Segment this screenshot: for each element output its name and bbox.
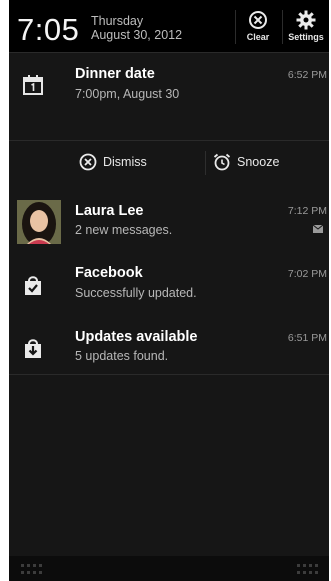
close-circle-icon xyxy=(249,11,267,29)
date-label: August 30, 2012 xyxy=(91,28,183,42)
notification-time: 6:52 PM xyxy=(287,69,327,81)
notification-title: Facebook xyxy=(75,265,143,281)
header-divider xyxy=(282,10,283,44)
shopping-bag-download-icon xyxy=(25,339,41,358)
message-icon xyxy=(313,225,323,233)
notification-time: 7:12 PM xyxy=(287,205,327,217)
drag-handle-bar[interactable] xyxy=(9,556,329,581)
avatar xyxy=(17,200,61,244)
date-block: Thursday August 30, 2012 xyxy=(91,14,182,42)
close-circle-icon xyxy=(79,153,97,171)
notification-subtitle: 5 updates found. xyxy=(75,349,169,363)
status-header: 7:05 Thursday August 30, 2012 Clear Sett… xyxy=(9,0,329,53)
notification-subtitle: 7:00pm, August 30 xyxy=(75,87,180,101)
snooze-label: Snooze xyxy=(237,155,280,169)
shopping-bag-check-icon xyxy=(25,276,41,295)
clear-button[interactable]: Clear xyxy=(236,10,280,42)
list-end-divider xyxy=(9,374,329,375)
notification-title: Dinner date xyxy=(75,66,155,82)
dismiss-button[interactable]: Dismiss xyxy=(79,153,147,171)
alarm-clock-icon xyxy=(213,153,231,171)
notification-shade: 7:05 Thursday August 30, 2012 Clear Sett… xyxy=(9,0,329,581)
notification-updates[interactable]: Updates available 5 updates found. 6:51 … xyxy=(9,318,329,374)
day-label: Thursday xyxy=(91,14,144,28)
notification-facebook[interactable]: Facebook Successfully updated. 7:02 PM xyxy=(9,253,329,313)
grip-dots-icon xyxy=(21,564,42,574)
calendar-icon xyxy=(23,75,43,95)
actions-divider xyxy=(205,151,206,175)
settings-button[interactable]: Settings xyxy=(284,10,328,42)
notification-subtitle: 2 new messages. xyxy=(75,223,173,237)
dismiss-label: Dismiss xyxy=(103,155,147,169)
notification-time: 7:02 PM xyxy=(287,268,327,280)
settings-label: Settings xyxy=(288,32,324,42)
notification-subtitle: Successfully updated. xyxy=(75,286,197,300)
gear-icon xyxy=(296,10,316,30)
snooze-button[interactable]: Snooze xyxy=(213,153,279,171)
notification-time: 6:51 PM xyxy=(287,332,327,344)
notification-dinner-date[interactable]: Dinner date 7:00pm, August 30 6:52 PM xyxy=(9,53,329,140)
notification-title: Laura Lee xyxy=(75,203,144,219)
avatar-photo xyxy=(17,200,61,244)
clear-label: Clear xyxy=(246,32,270,42)
notification-actions: Dismiss Snooze xyxy=(9,140,329,188)
notification-title: Updates available xyxy=(75,329,198,345)
clock-time: 7:05 xyxy=(17,12,80,47)
grip-dots-icon xyxy=(297,564,318,574)
